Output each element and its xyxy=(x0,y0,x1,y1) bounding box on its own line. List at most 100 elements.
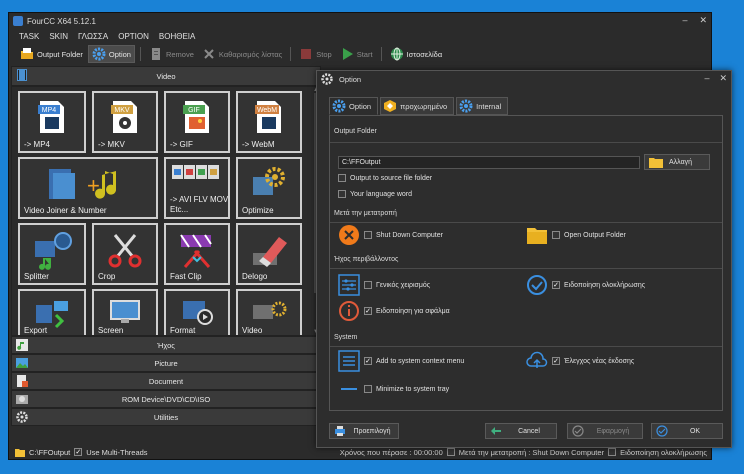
tile-export[interactable]: Export xyxy=(18,289,86,335)
menu-language[interactable]: ΓΛΩΣΣΑ xyxy=(78,32,108,41)
category-label: Document xyxy=(148,376,184,386)
add-context-menu-row[interactable]: ✓ Add to system context menu xyxy=(338,350,464,372)
tile-screen[interactable]: Screen xyxy=(92,289,158,335)
tile-fast-clip[interactable]: Fast Clip xyxy=(164,223,230,285)
default-button[interactable]: Προεπιλογή xyxy=(329,423,399,439)
svg-text:GIF: GIF xyxy=(188,107,200,114)
add-context-menu-checkbox[interactable]: ✓ xyxy=(364,357,372,365)
tile-label: -> GIF xyxy=(170,140,193,149)
error-notify-checkbox[interactable]: ✓ xyxy=(364,307,372,315)
category-picture[interactable]: Picture xyxy=(11,354,321,372)
category-audio[interactable]: Ήχος xyxy=(11,336,321,354)
general-handling-row[interactable]: Γενικός χειρισμός xyxy=(338,274,430,296)
dialog-content: Output Folder C:\FFOutput Αλλαγή Output … xyxy=(329,115,723,411)
remove-label: Remove xyxy=(165,49,194,59)
check-new-version-row[interactable]: ✓ Έλεγχος νέας έκδοσης xyxy=(526,350,634,372)
multi-threads-label: Use Multi-Threads xyxy=(86,447,148,457)
option-button[interactable]: Option xyxy=(87,45,135,63)
ok-button[interactable]: OK xyxy=(651,423,723,439)
list-menu-icon xyxy=(338,350,360,372)
start-button[interactable]: Start xyxy=(337,45,376,63)
menu-task[interactable]: TASK xyxy=(19,32,39,41)
tile-video[interactable]: Video xyxy=(236,289,302,335)
tab-option[interactable]: Option xyxy=(329,97,379,115)
play-icon xyxy=(342,48,353,60)
general-handling-label: Γενικός χειρισμός xyxy=(376,281,431,289)
minimize-icon[interactable]: – xyxy=(682,15,687,26)
minimize-icon[interactable]: – xyxy=(704,73,709,84)
output-to-source-checkbox[interactable] xyxy=(338,174,346,182)
your-language-word-checkbox[interactable] xyxy=(338,190,346,198)
completion-notify-row[interactable]: ✓ Ειδοποίηση ολοκλήρωσης xyxy=(526,274,645,296)
category-label: Picture xyxy=(154,358,178,368)
multi-threads-checkbox[interactable]: ✓ xyxy=(74,448,83,456)
minimize-tray-row[interactable]: Minimize to system tray xyxy=(338,378,449,400)
tile-to-mkv[interactable]: MKV -> MKV xyxy=(92,91,158,153)
open-output-folder-row[interactable]: Open Output Folder xyxy=(526,224,626,246)
tile-to-webm[interactable]: WebM -> WebM xyxy=(236,91,302,153)
website-button[interactable]: Ιστοσελίδα xyxy=(387,45,446,63)
category-utilities[interactable]: Utilities xyxy=(11,408,321,426)
add-context-menu-label: Add to system context menu xyxy=(376,357,465,365)
output-to-source-row[interactable]: Output to source file folder xyxy=(338,174,432,182)
completion-notify-checkbox[interactable]: ✓ xyxy=(552,281,560,289)
apply-button[interactable]: Εφαρμογή xyxy=(567,423,643,439)
tile-format[interactable]: Format xyxy=(164,289,230,335)
clear-list-button[interactable]: Καθαρισμός λίστας xyxy=(199,45,285,63)
change-folder-button[interactable]: Αλλαγή xyxy=(644,154,710,170)
category-rom-device[interactable]: ROM Device\DVD\CD\ISO xyxy=(11,390,321,408)
category-panel: Video MP4 -> MP4 MKV -> MKV GIF -> GIF W… xyxy=(11,66,321,444)
category-document[interactable]: Document xyxy=(11,372,321,390)
category-video-header[interactable]: Video xyxy=(11,66,321,86)
tab-advanced[interactable]: προχωρημένο xyxy=(380,97,455,115)
menu-help[interactable]: ΒΟΗΘΕΙΑ xyxy=(159,32,195,41)
menu-option[interactable]: OPTION xyxy=(118,32,149,41)
tile-crop[interactable]: Crop xyxy=(92,223,158,285)
menu-skin[interactable]: SKIN xyxy=(49,32,68,41)
tile-splitter[interactable]: Splitter xyxy=(18,223,86,285)
minimize-tray-checkbox[interactable] xyxy=(364,385,372,393)
stop-button[interactable]: Stop xyxy=(296,45,334,63)
tile-to-avi-flv-mov[interactable]: -> AVI FLV MOV Etc... xyxy=(164,157,230,219)
shut-down-label: Shut Down Computer xyxy=(376,231,443,239)
output-path-field[interactable]: C:\FFOutput xyxy=(338,156,640,169)
general-handling-checkbox[interactable] xyxy=(364,281,372,289)
scissors-icon xyxy=(108,234,142,268)
tile-to-mp4[interactable]: MP4 -> MP4 xyxy=(18,91,86,153)
tab-label: προχωρημένο xyxy=(400,101,448,111)
shut-down-row[interactable]: Shut Down Computer xyxy=(338,224,443,246)
error-notify-label: Ειδοποίηση για σφάλμα xyxy=(376,307,450,315)
remove-button[interactable]: Remove xyxy=(146,45,197,63)
error-notify-row[interactable]: ✓ Ειδοποίηση για σφάλμα xyxy=(338,300,450,322)
app-title: FourCC X64 5.12.1 xyxy=(27,16,96,26)
after-convert-label: Μετά την μετατροπή : Shut Down Computer xyxy=(458,447,605,457)
close-icon[interactable]: ✕ xyxy=(699,15,707,26)
film-icon xyxy=(17,69,27,81)
your-language-word-label: Your language word xyxy=(350,190,413,198)
category-label: Utilities xyxy=(153,412,179,422)
after-convert-checkbox[interactable] xyxy=(446,448,455,456)
shut-down-checkbox[interactable] xyxy=(364,231,372,239)
apply-check-icon xyxy=(572,425,584,437)
cancel-button[interactable]: Cancel xyxy=(485,423,557,439)
svg-text:MKV: MKV xyxy=(114,107,130,114)
shutdown-icon xyxy=(339,225,359,245)
status-output-path[interactable]: C:\FFOutput xyxy=(29,448,70,457)
notify-checkbox[interactable] xyxy=(608,448,617,456)
open-output-folder-checkbox[interactable] xyxy=(552,231,560,239)
document-remove-icon xyxy=(151,48,160,60)
tab-internal[interactable]: Internal xyxy=(456,97,509,115)
tile-delogo[interactable]: Delogo xyxy=(236,223,302,285)
divider xyxy=(330,268,722,269)
close-icon[interactable]: ✕ xyxy=(719,73,727,84)
your-language-word-row[interactable]: Your language word xyxy=(338,190,412,198)
tile-video-joiner[interactable]: + Video Joiner & Number xyxy=(18,157,158,219)
section-system: System xyxy=(334,334,358,341)
tile-optimize[interactable]: Optimize xyxy=(236,157,302,219)
default-label: Προεπιλογή xyxy=(353,427,391,435)
tab-label: Internal xyxy=(476,101,502,111)
folder-icon xyxy=(527,228,547,244)
tile-to-gif[interactable]: GIF -> GIF xyxy=(164,91,230,153)
check-new-version-checkbox[interactable]: ✓ xyxy=(552,357,560,365)
output-folder-button[interactable]: Output Folder xyxy=(17,45,86,63)
